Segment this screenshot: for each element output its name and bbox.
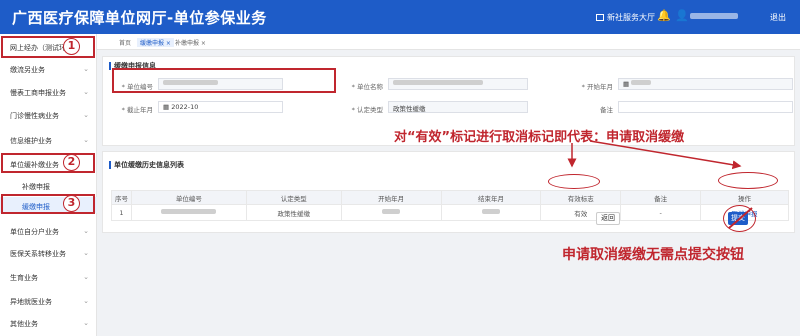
annotation-text-top: 对“有效”标记进行取消标记即代表：申请取消缓缴 — [394, 130, 685, 145]
end-month-label: * 截止年月 — [121, 106, 153, 114]
sidebar-item-split[interactable]: 单位自分户业务 ⌄ — [0, 224, 97, 238]
sidebar-item-transfer[interactable]: 医保关系转移业务 ⌄ — [0, 246, 97, 260]
logout-link[interactable]: 退出 — [770, 12, 786, 23]
annotation-box-unit-no — [112, 68, 336, 93]
chevron-down-icon: ⌄ — [83, 227, 89, 235]
remark-label: 备注 — [600, 106, 613, 114]
sidebar-item-maternity[interactable]: 生育业务 ⌄ — [0, 270, 97, 284]
chevron-down-icon: ⌄ — [83, 273, 89, 281]
chevron-down-icon: ⌄ — [83, 297, 89, 305]
tab-back-pay[interactable]: 补缴申报 × — [175, 38, 206, 47]
chevron-down-icon: ⌄ — [83, 249, 89, 257]
annotation-box-online — [1, 36, 95, 58]
user-name-redacted — [690, 13, 738, 19]
annotation-number-3: 3 — [63, 195, 80, 212]
chevron-down-icon: ⌄ — [83, 88, 89, 96]
annotation-ellipse-cancel — [718, 172, 778, 189]
history-section-title: 单位缓缴历史信息列表 — [109, 161, 184, 169]
tab-bar: 首页 缓缴申报 × 补缴申报 × — [97, 34, 800, 50]
sidebar-item-other[interactable]: 其他业务 ⌄ — [0, 316, 97, 330]
start-month-field: ▦ — [618, 78, 793, 90]
annotation-ellipse-submit — [723, 205, 756, 232]
service-hall-link[interactable]: 新社服务大厅 — [596, 12, 655, 23]
sidebar-item-injury[interactable]: 慢表工商申报业务 ⌄ — [0, 85, 97, 99]
chevron-down-icon: ⌄ — [83, 111, 89, 119]
annotation-box-defer-apply — [1, 194, 95, 214]
annotation-number-1: 1 — [63, 38, 80, 55]
sidebar-item-chronic[interactable]: 门诊慢性病业务 ⌄ — [0, 108, 97, 122]
sidebar: 网上经办（测试环境） 缴流另业务 ⌄ 慢表工商申报业务 ⌄ 门诊慢性病业务 ⌄ … — [0, 34, 97, 336]
annotation-box-defer — [1, 153, 95, 173]
top-bar: 广西医疗保障单位网厅-单位参保业务 新社服务大厅 🔔 👤 退出 — [0, 0, 800, 34]
calendar-icon: ▦ — [163, 103, 170, 111]
bell-icon[interactable]: 🔔 — [657, 9, 671, 22]
sidebar-item-back-pay[interactable]: 补缴申报 — [0, 179, 97, 193]
remark-field[interactable] — [618, 101, 793, 113]
calendar-icon: ▦ — [623, 80, 630, 88]
chevron-down-icon: ⌄ — [83, 65, 89, 73]
table-header-row: 序号 单位编号 认定类型 开始年月 结束年月 有效标志 备注 操作 — [111, 190, 789, 205]
sidebar-item-payment[interactable]: 缴流另业务 ⌄ — [0, 62, 97, 76]
hall-icon — [596, 14, 604, 21]
back-button[interactable]: 返回 — [596, 212, 620, 225]
table-row: 1 政策性缓缴 有效 - 取消申报 — [111, 204, 789, 221]
chevron-down-icon: ⌄ — [83, 319, 89, 327]
sidebar-item-info[interactable]: 信息维护业务 ⌄ — [0, 133, 97, 147]
policy-field: 政策性缓缴 — [388, 101, 528, 113]
annotation-ellipse-valid — [548, 174, 600, 189]
unit-name-label: * 单位名称 — [351, 83, 383, 91]
sidebar-item-offsite[interactable]: 异地就医业务 ⌄ — [0, 294, 97, 308]
policy-label: * 认定类型 — [351, 106, 383, 114]
app-title: 广西医疗保障单位网厅-单位参保业务 — [12, 9, 267, 27]
annotation-number-2: 2 — [63, 154, 80, 171]
unit-name-field — [388, 78, 528, 90]
history-table: 序号 单位编号 认定类型 开始年月 结束年月 有效标志 备注 操作 1 政策性缓… — [111, 190, 789, 221]
end-month-field[interactable]: ▦ 2022-10 — [158, 101, 283, 113]
start-month-label: * 开始年月 — [581, 83, 613, 91]
tab-defer-apply[interactable]: 缓缴申报 × — [137, 38, 174, 47]
chevron-down-icon: ⌄ — [83, 136, 89, 144]
user-icon[interactable]: 👤 — [675, 9, 689, 22]
tab-home[interactable]: 首页 — [119, 38, 131, 47]
annotation-text-bottom: 申请取消缓缴无需点提交按钮 — [562, 247, 744, 263]
history-panel: 单位缓缴历史信息列表 序号 单位编号 认定类型 开始年月 结束年月 有效标志 备… — [102, 151, 795, 233]
